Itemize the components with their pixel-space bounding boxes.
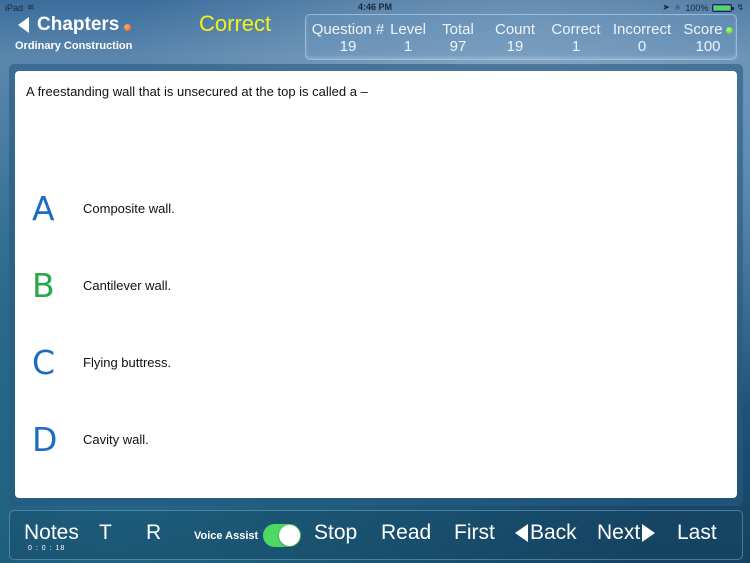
answer-option-a[interactable]: A Composite wall.	[15, 189, 737, 249]
stat-label: Incorrect	[612, 21, 672, 38]
option-letter: D	[32, 420, 58, 459]
stat-value: 19	[339, 38, 357, 55]
stat-score: Score 100	[680, 21, 736, 55]
back-triangle-icon	[515, 524, 528, 542]
answer-option-c[interactable]: C Flying buttress.	[15, 343, 737, 403]
stat-value: 97	[449, 38, 467, 55]
notes-button[interactable]: Notes	[24, 521, 79, 545]
bluetooth-icon: ∗	[673, 2, 682, 12]
status-bar: iPad ≋ 4:46 PM ➤ ∗ 100% ↯	[0, 0, 750, 14]
stat-label: Correct	[551, 21, 601, 38]
r-button[interactable]: R	[146, 521, 161, 545]
option-letter: A	[32, 189, 55, 228]
read-button[interactable]: Read	[381, 521, 431, 545]
stat-count: Count 19	[492, 21, 538, 55]
stat-value: 0	[637, 38, 647, 55]
stat-correct: Correct 1	[550, 21, 602, 55]
stat-question-number: Question # 19	[310, 21, 386, 55]
back-button-label: Back	[530, 521, 577, 544]
stat-label: Score	[683, 21, 723, 38]
stat-value: 19	[506, 38, 524, 55]
stat-value: 1	[403, 38, 413, 55]
option-text: Cavity wall.	[83, 432, 149, 447]
stat-value: 100	[695, 38, 721, 55]
question-card: A freestanding wall that is unsecured at…	[15, 71, 737, 498]
chapters-back-button[interactable]: Chapters	[18, 14, 132, 36]
stat-label: Count	[494, 21, 536, 38]
next-triangle-icon	[642, 524, 656, 542]
first-button[interactable]: First	[454, 521, 495, 545]
chapter-name: Ordinary Construction	[15, 40, 133, 52]
stat-total: Total 97	[438, 21, 478, 55]
stats-panel: Question # 19 Level 1 Total 97 Count 19 …	[305, 14, 737, 60]
stat-value: 1	[571, 38, 581, 55]
t-button[interactable]: T	[99, 521, 112, 545]
stat-incorrect: Incorrect 0	[612, 21, 672, 55]
answer-option-b[interactable]: B Cantilever wall.	[15, 266, 737, 326]
option-letter: C	[32, 343, 56, 382]
option-text: Composite wall.	[83, 201, 175, 216]
question-text: A freestanding wall that is unsecured at…	[26, 84, 368, 99]
stat-label: Question #	[311, 21, 385, 38]
battery-icon	[712, 3, 735, 12]
score-indicator-icon	[725, 26, 733, 34]
elapsed-timer: 0 : 0 : 18	[28, 545, 66, 552]
last-button[interactable]: Last	[677, 521, 717, 545]
back-button[interactable]: Back	[515, 521, 577, 545]
location-icon: ➤	[662, 2, 670, 12]
battery-percent: 100%	[685, 2, 709, 13]
voice-assist-label: Voice Assist	[194, 530, 259, 542]
answer-result: Correct	[199, 11, 272, 36]
chapters-label: Chapters	[37, 14, 120, 35]
option-text: Flying buttress.	[83, 355, 172, 370]
stat-label: Level	[390, 21, 426, 38]
charging-icon: ↯	[736, 2, 744, 12]
status-time: 4:46 PM	[357, 2, 392, 12]
stat-label: Total	[442, 21, 474, 38]
back-arrow-icon	[18, 17, 29, 33]
status-dot-icon	[124, 23, 132, 31]
next-button[interactable]: Next	[597, 521, 656, 545]
option-letter: B	[32, 266, 55, 305]
stop-button[interactable]: Stop	[314, 521, 357, 545]
stat-level: Level 1	[388, 21, 428, 55]
voice-assist-toggle[interactable]	[263, 524, 301, 547]
next-button-label: Next	[597, 521, 641, 544]
toggle-knob	[279, 525, 300, 546]
option-text: Cantilever wall.	[83, 278, 172, 293]
answer-option-d[interactable]: D Cavity wall.	[15, 420, 737, 480]
